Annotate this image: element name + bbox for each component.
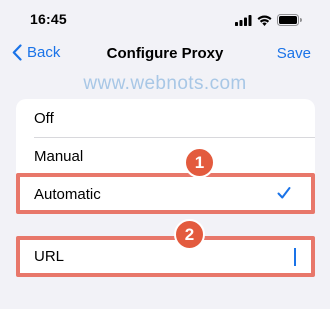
- nav-bar: Back Configure Proxy Save: [0, 38, 330, 72]
- proxy-option-off[interactable]: Off: [16, 99, 315, 137]
- save-button[interactable]: Save: [277, 45, 311, 62]
- cellular-signal-icon: [235, 13, 252, 31]
- status-time: 16:45: [30, 11, 67, 27]
- status-icons: [235, 13, 302, 31]
- option-label: Off: [34, 109, 54, 127]
- proxy-option-manual[interactable]: Manual: [16, 137, 315, 175]
- step-badge-1: 1: [184, 147, 215, 178]
- highlight-box-automatic: [16, 173, 315, 214]
- wifi-icon: [257, 13, 272, 31]
- battery-icon: [277, 13, 302, 31]
- step-badge-2: 2: [174, 219, 205, 250]
- status-bar: 16:45: [0, 0, 330, 38]
- watermark: www.webnots.com: [83, 73, 247, 94]
- highlight-box-url: [16, 236, 315, 277]
- option-label: Manual: [34, 147, 84, 165]
